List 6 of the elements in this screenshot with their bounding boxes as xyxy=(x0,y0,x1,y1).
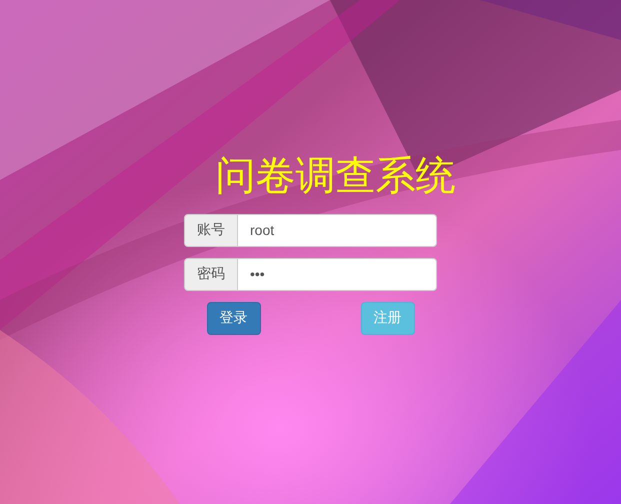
page-title: 问卷调查系统 xyxy=(216,152,456,201)
field-label: 账号 xyxy=(184,214,238,247)
login-button[interactable]: 登录 xyxy=(206,302,260,335)
input-field[interactable]: root xyxy=(238,214,437,247)
input-field[interactable]: ••• xyxy=(238,258,437,291)
field-label: 密码 xyxy=(184,258,238,291)
